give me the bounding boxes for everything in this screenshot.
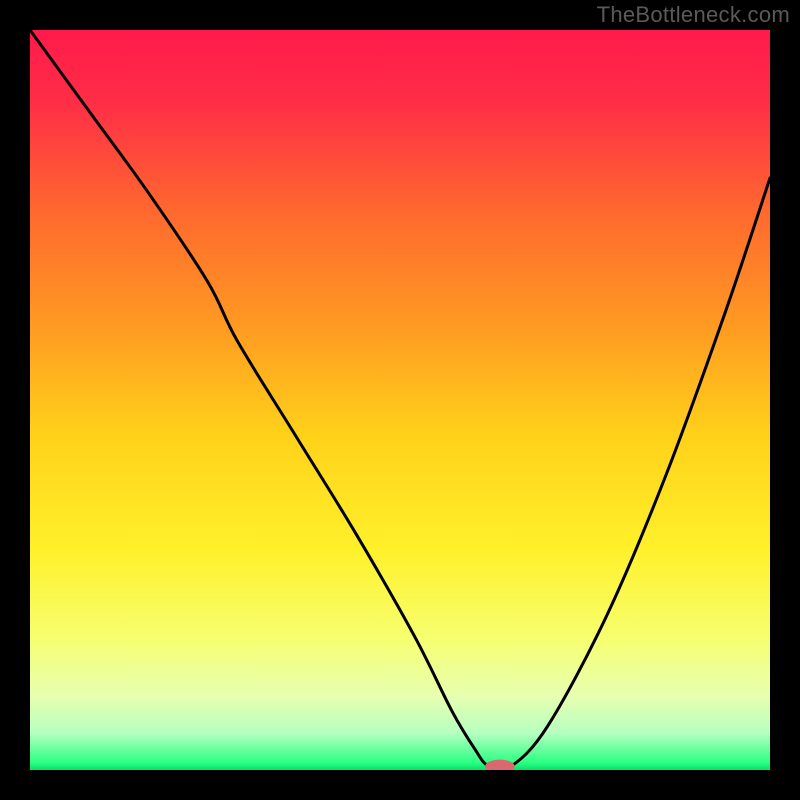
- plot-background: [30, 30, 770, 770]
- watermark-text: TheBottleneck.com: [597, 2, 790, 28]
- optimal-marker: [485, 760, 515, 773]
- bottleneck-chart: [0, 0, 800, 800]
- chart-frame: { "watermark": "TheBottleneck.com", "col…: [0, 0, 800, 800]
